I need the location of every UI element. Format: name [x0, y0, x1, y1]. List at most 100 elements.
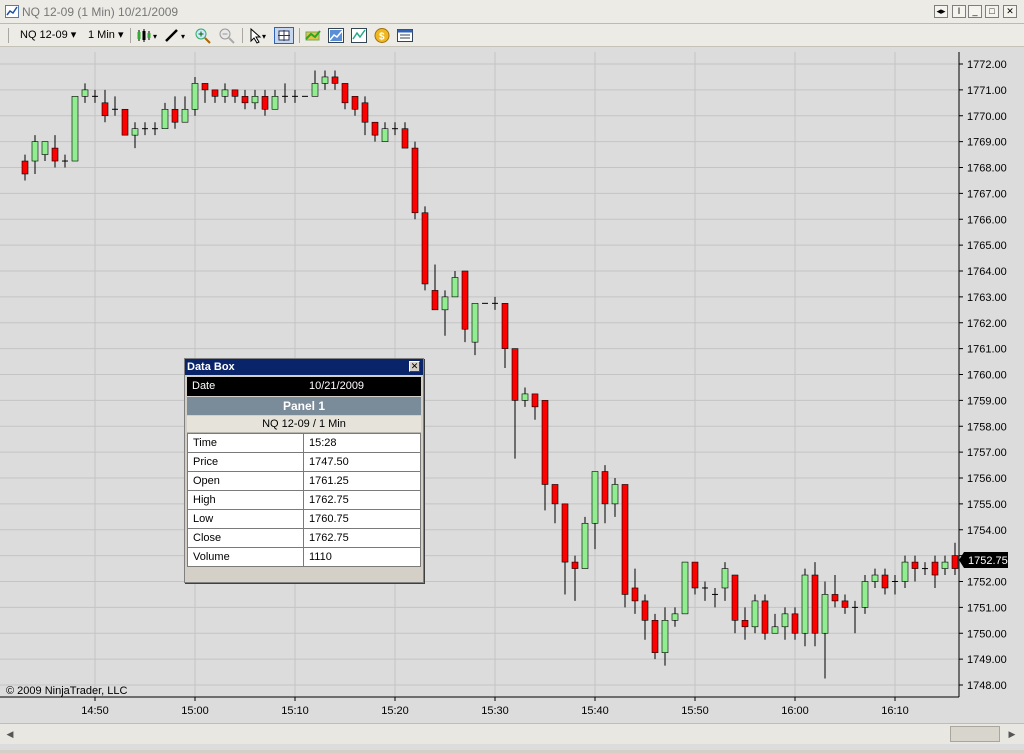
candle[interactable] [171, 96, 179, 129]
candle[interactable] [92, 89, 98, 103]
candle[interactable] [681, 561, 689, 615]
candle[interactable] [951, 542, 959, 576]
candle[interactable] [821, 581, 829, 679]
drawing-tool-icon[interactable]: ▾ [164, 27, 188, 44]
maximize-button[interactable]: □ [985, 5, 999, 18]
candle[interactable] [351, 96, 359, 116]
indicator-icon[interactable] [327, 27, 345, 44]
candle[interactable] [231, 89, 239, 103]
candle[interactable] [541, 400, 549, 511]
candle[interactable] [551, 484, 559, 524]
candle[interactable] [371, 121, 379, 142]
candle[interactable] [152, 122, 158, 136]
candle[interactable] [71, 96, 79, 162]
candle[interactable] [841, 594, 849, 614]
candle[interactable] [112, 96, 118, 116]
candle[interactable] [661, 607, 669, 666]
candle[interactable] [451, 271, 459, 298]
instrument-selector[interactable]: NQ 12-09 ▾ [20, 27, 76, 44]
candle[interactable] [691, 561, 699, 595]
scroll-right-arrow[interactable]: ▶ [1004, 726, 1020, 742]
data-box-icon[interactable] [396, 27, 414, 44]
candle[interactable] [761, 594, 769, 640]
candle[interactable] [521, 387, 529, 407]
candle[interactable] [791, 607, 799, 640]
candle[interactable] [931, 555, 939, 588]
candle[interactable] [911, 555, 919, 582]
candle[interactable] [712, 587, 718, 608]
candlestick-chart[interactable]: 1772.00 1771.00 1770.00 1769.00 1768.00 1767.… [0, 47, 1024, 750]
candle[interactable] [381, 122, 389, 142]
candle[interactable] [261, 89, 269, 116]
candle[interactable] [211, 89, 219, 103]
candle[interactable] [702, 581, 708, 601]
strategy-icon[interactable] [350, 27, 368, 44]
candle[interactable] [801, 568, 809, 647]
horizontal-scrollbar[interactable]: ◀ ▶ [0, 723, 1024, 744]
chart-panel[interactable]: 1772.00 1771.00 1770.00 1769.00 1768.00 1767.… [0, 47, 1024, 750]
candle[interactable] [571, 555, 579, 601]
candle[interactable] [581, 516, 589, 569]
candle[interactable] [621, 484, 629, 608]
interval-selector[interactable]: 1 Min ▾ [88, 27, 123, 44]
candle[interactable] [62, 154, 68, 168]
candle[interactable] [721, 562, 729, 601]
candle[interactable] [741, 607, 749, 640]
candle[interactable] [241, 89, 249, 110]
candle[interactable] [392, 122, 398, 136]
candle[interactable] [31, 135, 39, 174]
candle[interactable] [311, 70, 319, 97]
candle[interactable] [121, 108, 129, 136]
pin-icon[interactable]: I [952, 5, 966, 18]
bar-type-icon[interactable]: ▾ [136, 27, 160, 44]
candle[interactable] [292, 89, 298, 103]
candle[interactable] [181, 96, 189, 123]
zoom-out-icon[interactable] [218, 27, 236, 44]
candle[interactable] [852, 600, 858, 634]
close-button[interactable]: ✕ [1003, 5, 1017, 18]
candle[interactable] [492, 296, 498, 310]
candle[interactable] [471, 303, 479, 356]
candle[interactable] [271, 89, 279, 110]
scroll-thumb[interactable] [950, 726, 1000, 742]
candle[interactable] [892, 575, 898, 595]
candle[interactable] [901, 555, 909, 588]
candle[interactable] [101, 89, 109, 123]
candle[interactable] [331, 70, 339, 90]
candle[interactable] [411, 141, 419, 220]
candle[interactable] [341, 83, 349, 110]
order-icon[interactable]: $ [373, 27, 391, 44]
pointer-icon[interactable]: ▾ [248, 27, 270, 44]
candle[interactable] [651, 613, 659, 660]
candle[interactable] [201, 83, 209, 103]
chart-properties-icon[interactable] [304, 27, 322, 44]
candle[interactable] [781, 607, 789, 640]
candle[interactable] [421, 206, 429, 291]
candle[interactable] [21, 154, 29, 181]
candle[interactable] [941, 555, 949, 576]
restore-arrows-icon[interactable]: ◂▸ [934, 5, 948, 18]
candle[interactable] [221, 83, 229, 103]
close-icon[interactable]: ✕ [409, 361, 420, 372]
candle[interactable] [671, 607, 679, 627]
candle[interactable] [922, 562, 928, 576]
candle[interactable] [251, 89, 259, 110]
candle[interactable] [81, 83, 89, 103]
candle[interactable] [611, 478, 619, 517]
candle[interactable] [401, 122, 409, 149]
candle[interactable] [282, 83, 288, 103]
minimize-button[interactable]: _ [968, 5, 982, 18]
candle[interactable] [871, 568, 879, 588]
candle[interactable] [191, 76, 199, 116]
candle[interactable] [771, 613, 779, 634]
scroll-left-arrow[interactable]: ◀ [2, 726, 18, 742]
candle[interactable] [731, 574, 739, 634]
candle[interactable] [142, 122, 148, 136]
candle[interactable] [511, 348, 519, 459]
candle[interactable] [321, 70, 329, 90]
candle[interactable] [131, 122, 139, 149]
candle[interactable] [361, 96, 369, 136]
data-box-title[interactable]: Data Box [185, 359, 423, 375]
candle[interactable] [441, 290, 449, 336]
candle[interactable] [51, 135, 59, 168]
